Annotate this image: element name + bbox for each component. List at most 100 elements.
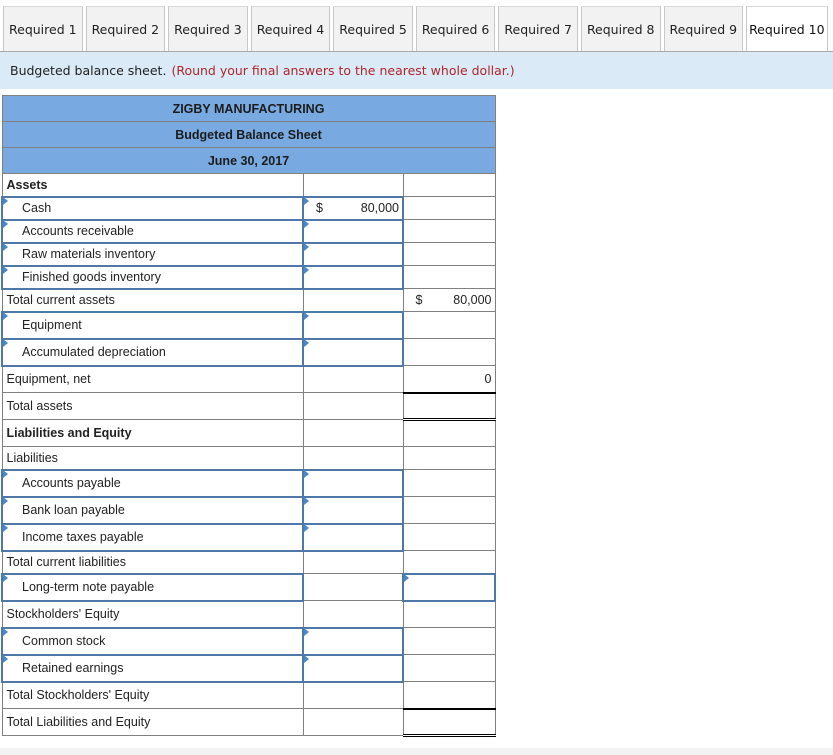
- common-stock-label-dropdown[interactable]: Common stock: [1, 626, 304, 656]
- tab-required-2[interactable]: Required 2: [85, 6, 166, 52]
- retained-earnings-label: Retained earnings: [22, 661, 124, 675]
- empty-cell: [402, 419, 496, 447]
- statement-date: June 30, 2017: [1, 147, 496, 174]
- input-marker-icon: [304, 219, 309, 228]
- empty-cell: [302, 173, 404, 197]
- tab-required-5[interactable]: Required 5: [333, 6, 413, 52]
- income-taxes-payable-label: Income taxes payable: [22, 530, 144, 544]
- dropdown-marker-icon: [3, 627, 8, 636]
- empty-cell: [302, 364, 404, 393]
- dropdown-marker-icon: [3, 265, 8, 274]
- row-accumulated-depreciation: Accumulated depreciation: [1, 337, 496, 367]
- row-stockholders-equity-heading: Stockholders' Equity: [1, 600, 496, 628]
- instruction-text: Budgeted balance sheet.: [10, 63, 167, 78]
- empty-cell: [302, 708, 404, 736]
- dropdown-marker-icon: [3, 311, 8, 320]
- total-liabilities-and-equity-label: Total Liabilities and Equity: [1, 708, 304, 736]
- assets-heading: Assets: [1, 173, 304, 197]
- bank-loan-payable-amount-input[interactable]: [302, 495, 404, 525]
- tab-required-3[interactable]: Required 3: [168, 6, 248, 52]
- accumulated-depreciation-label-dropdown[interactable]: Accumulated depreciation: [1, 337, 304, 367]
- cash-label-dropdown[interactable]: Cash: [1, 195, 304, 221]
- row-finished-goods: Finished goods inventory: [1, 264, 496, 290]
- row-long-term-note-payable: Long-term note payable: [1, 572, 496, 602]
- empty-cell: [402, 196, 496, 220]
- empty-cell: [402, 627, 496, 655]
- total-assets-label: Total assets: [1, 392, 304, 420]
- dropdown-marker-icon: [3, 573, 8, 582]
- accounts-receivable-amount-input[interactable]: [302, 218, 404, 244]
- raw-materials-label-dropdown[interactable]: Raw materials inventory: [1, 241, 304, 267]
- row-equipment-net: Equipment, net 0: [1, 364, 496, 394]
- long-term-note-payable-amount-input[interactable]: [402, 572, 496, 602]
- row-liabilities-and-equity-heading: Liabilities and Equity: [1, 419, 496, 447]
- row-accounts-payable: Accounts payable: [1, 468, 496, 498]
- bank-loan-payable-label-dropdown[interactable]: Bank loan payable: [1, 495, 304, 525]
- retained-earnings-amount-input[interactable]: [302, 653, 404, 683]
- empty-cell: [402, 219, 496, 243]
- row-liabilities-heading: Liabilities: [1, 446, 496, 470]
- tab-bar: Required 1 Required 2 Required 3 Require…: [3, 6, 831, 52]
- row-cash: Cash $80,000: [1, 195, 496, 221]
- input-marker-icon: [304, 242, 309, 251]
- tab-required-6[interactable]: Required 6: [415, 6, 496, 52]
- empty-cell: [402, 523, 496, 551]
- tab-required-9[interactable]: Required 9: [663, 6, 744, 52]
- bank-loan-payable-label: Bank loan payable: [22, 503, 125, 517]
- tab-required-8[interactable]: Required 8: [580, 6, 661, 52]
- input-marker-icon: [404, 573, 409, 582]
- accounts-payable-amount-input[interactable]: [302, 468, 404, 498]
- raw-materials-label: Raw materials inventory: [22, 247, 156, 261]
- stockholders-equity-heading: Stockholders' Equity: [1, 600, 304, 628]
- empty-cell: [402, 265, 496, 289]
- accounts-receivable-label-dropdown[interactable]: Accounts receivable: [1, 218, 304, 244]
- empty-cell: [402, 311, 496, 339]
- tab-required-7[interactable]: Required 7: [498, 6, 578, 52]
- tab-required-4[interactable]: Required 4: [250, 6, 331, 52]
- accounts-receivable-label: Accounts receivable: [22, 224, 134, 238]
- common-stock-amount-input[interactable]: [302, 626, 404, 656]
- instruction-hint: (Round your final answers to the nearest…: [171, 63, 515, 78]
- empty-cell: [402, 446, 496, 470]
- row-total-liabilities-and-equity: Total Liabilities and Equity: [1, 708, 496, 737]
- tab-required-10[interactable]: Required 10: [746, 6, 828, 52]
- accumulated-depreciation-amount-input[interactable]: [302, 337, 404, 367]
- income-taxes-payable-label-dropdown[interactable]: Income taxes payable: [1, 522, 304, 552]
- equipment-label: Equipment: [22, 318, 82, 332]
- empty-cell: [402, 600, 496, 628]
- input-marker-icon: [304, 265, 309, 274]
- total-assets-value: [402, 392, 496, 421]
- page-footer-strip: [0, 748, 833, 755]
- total-stockholders-equity-value: [402, 681, 496, 710]
- accounts-payable-label: Accounts payable: [22, 476, 121, 490]
- raw-materials-amount-input[interactable]: [302, 241, 404, 267]
- empty-cell: [402, 242, 496, 266]
- cash-amount-input[interactable]: $80,000: [302, 195, 404, 221]
- common-stock-label: Common stock: [22, 634, 106, 648]
- input-marker-icon: [304, 496, 309, 505]
- input-marker-icon: [304, 469, 309, 478]
- liabilities-heading: Liabilities: [1, 446, 304, 470]
- total-current-assets-amount: 80,000: [453, 293, 492, 307]
- finished-goods-label-dropdown[interactable]: Finished goods inventory: [1, 264, 304, 290]
- dropdown-marker-icon: [3, 469, 8, 478]
- retained-earnings-label-dropdown[interactable]: Retained earnings: [1, 653, 304, 683]
- row-bank-loan-payable: Bank loan payable: [1, 495, 496, 525]
- accounts-payable-label-dropdown[interactable]: Accounts payable: [1, 468, 304, 498]
- long-term-note-payable-label-dropdown[interactable]: Long-term note payable: [1, 572, 304, 602]
- row-equipment: Equipment: [1, 310, 496, 340]
- dropdown-marker-icon: [3, 242, 8, 251]
- company-name: ZIGBY MANUFACTURING: [1, 95, 496, 122]
- dropdown-marker-icon: [3, 219, 8, 228]
- total-liabilities-and-equity-value: [402, 708, 496, 737]
- equipment-amount-input[interactable]: [302, 310, 404, 340]
- income-taxes-payable-amount-input[interactable]: [302, 522, 404, 552]
- empty-cell: [402, 496, 496, 524]
- finished-goods-amount-input[interactable]: [302, 264, 404, 290]
- input-marker-icon: [304, 196, 309, 205]
- dropdown-marker-icon: [3, 196, 8, 205]
- equipment-label-dropdown[interactable]: Equipment: [1, 310, 304, 340]
- total-current-assets-label: Total current assets: [1, 288, 304, 312]
- tab-required-1[interactable]: Required 1: [3, 6, 83, 52]
- cash-label: Cash: [22, 201, 52, 215]
